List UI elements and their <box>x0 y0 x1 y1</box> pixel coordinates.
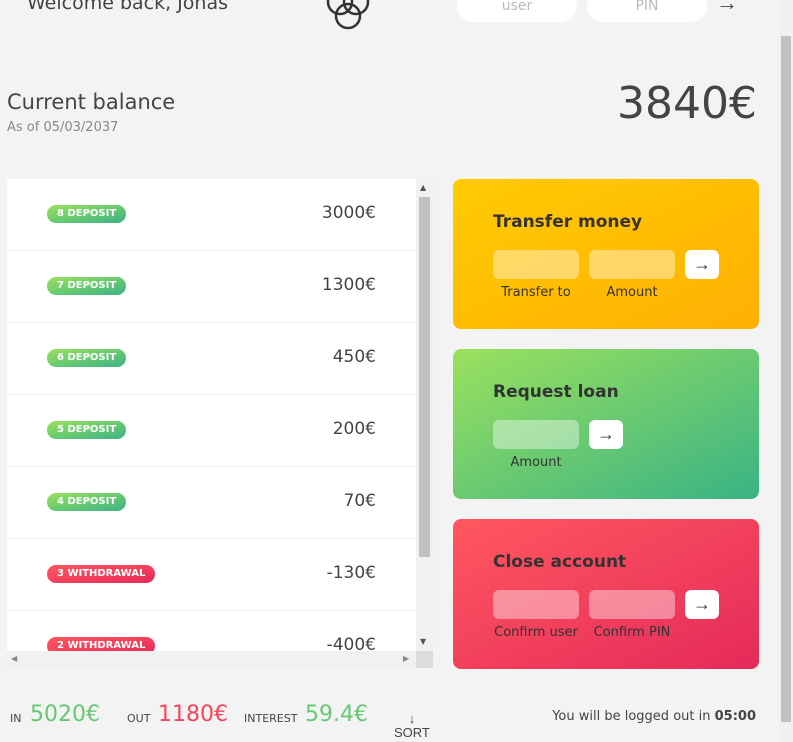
login-button[interactable]: → <box>716 0 738 14</box>
summary-interest-value: 59.4€ <box>305 702 368 727</box>
summary-out-value: 1180€ <box>158 702 228 727</box>
scroll-left-icon[interactable]: ◀ <box>11 654 17 663</box>
close-user-label: Confirm user <box>494 625 578 640</box>
transfer-submit-button[interactable]: → <box>685 250 719 279</box>
balance-value: 3840€ <box>617 78 757 129</box>
movement-type-badge: 4 DEPOSIT <box>47 493 127 511</box>
movements-horizontal-scrollbar[interactable]: ◀ ▶ <box>7 651 416 668</box>
close-submit-button[interactable]: → <box>685 590 719 619</box>
scroll-down-icon[interactable]: ▼ <box>420 637 426 646</box>
movement-value: 200€ <box>332 419 376 439</box>
loan-amount-label: Amount <box>510 455 562 470</box>
movement-row: 3 WITHDRAWAL -130€ <box>7 539 416 611</box>
logout-timer: 05:00 <box>714 709 756 724</box>
summary-in-value: 5020€ <box>30 702 100 727</box>
summary-interest-label: INTEREST <box>244 712 298 725</box>
logout-timer-text: You will be logged out in 05:00 <box>552 709 756 724</box>
movement-row: 7 DEPOSIT 1300€ <box>7 251 416 323</box>
transfer-amount-label: Amount <box>606 285 658 300</box>
welcome-message: Welcome back, Jonas <box>27 0 228 14</box>
movements-list[interactable]: 8 DEPOSIT 3000€ 7 DEPOSIT 1300€ 6 DEPOSI… <box>7 179 433 668</box>
summary-out-label: OUT <box>127 712 151 725</box>
login-user-input[interactable] <box>457 0 577 22</box>
balance-date: As of 05/03/2037 <box>7 120 119 135</box>
page-scrollbar[interactable] <box>779 0 793 742</box>
movement-type-badge: 5 DEPOSIT <box>47 421 127 439</box>
close-title: Close account <box>493 552 627 572</box>
movement-type-badge: 8 DEPOSIT <box>47 205 127 223</box>
movement-type-badge: 3 WITHDRAWAL <box>47 565 156 583</box>
login-pin-input[interactable] <box>587 0 707 22</box>
scroll-right-icon[interactable]: ▶ <box>403 654 409 663</box>
loan-submit-button[interactable]: → <box>589 420 623 449</box>
movement-row: 8 DEPOSIT 3000€ <box>7 179 416 251</box>
sort-arrow-icon: ↓ <box>408 711 416 726</box>
movement-type-badge: 6 DEPOSIT <box>47 349 127 367</box>
transfer-to-input[interactable] <box>493 250 579 279</box>
movement-value: -130€ <box>326 563 376 583</box>
loan-title: Request loan <box>493 382 619 402</box>
summary-in-label: IN <box>10 712 22 725</box>
logout-message: You will be logged out in <box>552 709 715 724</box>
movement-value: 1300€ <box>321 275 376 295</box>
transfer-title: Transfer money <box>493 212 643 232</box>
movement-type-badge: 7 DEPOSIT <box>47 277 127 295</box>
scrollbar-thumb[interactable] <box>419 197 430 557</box>
movement-row: 5 DEPOSIT 200€ <box>7 395 416 467</box>
transfer-to-label: Transfer to <box>501 285 571 300</box>
transfer-amount-input[interactable] <box>589 250 675 279</box>
movement-value: 450€ <box>332 347 376 367</box>
movements-vertical-scrollbar[interactable]: ▲ ▼ <box>416 179 433 651</box>
page-scrollbar-thumb[interactable] <box>781 36 791 722</box>
scroll-up-icon[interactable]: ▲ <box>420 183 426 192</box>
logo-icon <box>326 0 370 30</box>
transfer-money-card: Transfer money → Transfer to Amount <box>453 179 759 329</box>
close-account-card: Close account → Confirm user Confirm PIN <box>453 519 759 669</box>
close-pin-input[interactable] <box>589 590 675 619</box>
close-user-input[interactable] <box>493 590 579 619</box>
movement-value: 3000€ <box>321 203 376 223</box>
sort-button[interactable]: ↓ SORT <box>394 712 430 740</box>
scrollbar-corner <box>416 651 433 668</box>
balance-label: Current balance <box>7 90 176 114</box>
movement-value: 70€ <box>343 491 376 511</box>
close-pin-label: Confirm PIN <box>593 625 671 640</box>
movement-row: 4 DEPOSIT 70€ <box>7 467 416 539</box>
movement-row: 6 DEPOSIT 450€ <box>7 323 416 395</box>
sort-label: SORT <box>394 725 430 740</box>
loan-amount-input[interactable] <box>493 420 579 449</box>
request-loan-card: Request loan → Amount <box>453 349 759 499</box>
